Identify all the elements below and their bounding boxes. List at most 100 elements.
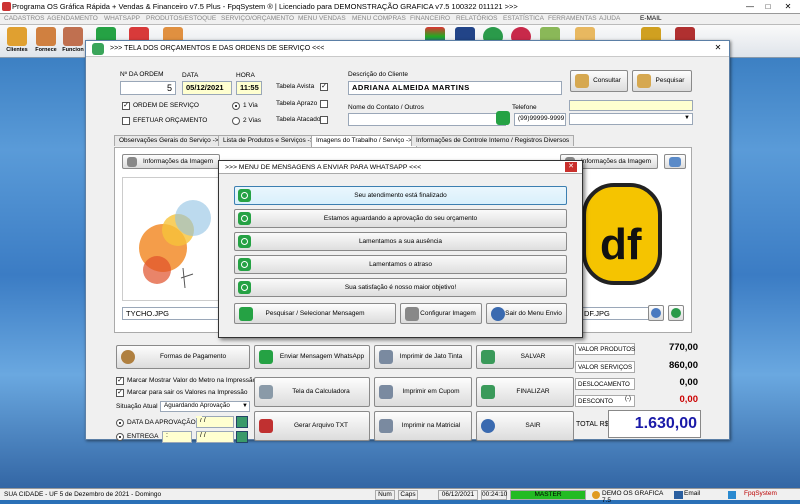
menu-whatsapp[interactable]: WHATSAPP [104, 15, 140, 22]
search-message-button[interactable]: Pesquisar / Selecionar Mensagem [234, 303, 396, 324]
ordem-servico-checkbox[interactable]: ✓ [122, 102, 130, 110]
coins-icon [121, 350, 135, 364]
desconto-flag: (-) [625, 396, 631, 402]
message-finalizado-button[interactable]: Seu atendimento está finalizado [234, 186, 567, 205]
printer-icon [379, 350, 393, 364]
menu-ajuda[interactable]: AJUDA [599, 15, 620, 22]
status-brand: FpqSystem [744, 490, 777, 497]
message-atraso-button[interactable]: Lamentamos o atraso [234, 255, 567, 274]
menu-compras[interactable]: MENU COMPRAS [352, 15, 406, 22]
minimize-button[interactable]: — [742, 1, 758, 12]
gerar-txt-button[interactable]: Gerar Arquivo TXT [254, 411, 370, 441]
chk-mostrar-metro[interactable]: ✓ [116, 377, 124, 385]
message-aguardando-button[interactable]: Estamos aguardando a aprovação do seu or… [234, 209, 567, 228]
menu-vendas[interactable]: MENU VENDAS [298, 15, 346, 22]
entrega-date[interactable]: / / [196, 431, 234, 443]
calendar-icon[interactable] [236, 416, 248, 428]
efetuar-orcamento-checkbox[interactable] [122, 117, 130, 125]
order-number-field[interactable]: 5 [120, 81, 176, 95]
imprimir-cupom-button[interactable]: Imprimir em Cupom [374, 377, 472, 407]
calculadora-button[interactable]: Tela da Calculadora [254, 377, 370, 407]
menu-cadastros[interactable]: CADASTROS [4, 15, 44, 22]
imprimir-jato-button[interactable]: Imprimir de Jato Tinta [374, 345, 472, 369]
tab-controle-interno[interactable]: Informações de Controle Interno / Regist… [411, 135, 575, 146]
formas-pagamento-button[interactable]: Formas de Pagamento [116, 345, 250, 369]
finalizar-button[interactable]: FINALIZAR [476, 377, 574, 407]
menu-ferramentas[interactable]: FERRAMENTAS [548, 15, 597, 22]
entrega-time[interactable]: : [162, 431, 192, 443]
salvar-button[interactable]: SALVAR [476, 345, 574, 369]
status-master: MASTER [510, 490, 586, 500]
tabela-aprazo-checkbox[interactable] [320, 100, 328, 108]
maximize-button[interactable]: □ [760, 1, 776, 12]
add-image-button[interactable] [668, 305, 684, 321]
status-location-date: SUA CIDADE - UF 5 de Dezembro de 2021 - … [4, 491, 162, 498]
exit-dialog-button[interactable]: Sair do Menu Envio [486, 303, 567, 324]
window-icon [92, 43, 104, 55]
calculator-icon [259, 385, 273, 399]
client-desc-field[interactable]: ADRIANA ALMEIDA MARTINS [348, 81, 562, 95]
menu-produtos[interactable]: PRODUTOS/ESTOQUE [146, 15, 216, 22]
extra-field[interactable] [569, 100, 693, 111]
via1-radio[interactable] [232, 102, 240, 110]
pesquisar-button[interactable]: Pesquisar [632, 70, 692, 92]
receipt-icon [379, 385, 393, 399]
situacao-select[interactable]: Aguardando Aprovação [160, 401, 250, 412]
exit-icon [491, 306, 505, 321]
chk-sair-valores-label: Marcar para sair os Valores na Impressão [127, 389, 248, 396]
message-ausencia-button[interactable]: Lamentamos a sua ausência [234, 232, 567, 251]
data-aprovacao-radio[interactable] [116, 419, 124, 427]
close-button[interactable]: ✕ [780, 1, 796, 12]
add-icon [671, 308, 681, 318]
os-window-close[interactable]: ✕ [711, 43, 725, 55]
entrega-radio[interactable] [116, 433, 124, 441]
message-satisfacao-button[interactable]: Sua satisfação é nosso maior objetivo! [234, 278, 567, 297]
via2-radio[interactable] [232, 117, 240, 125]
menu-estatistica[interactable]: ESTATÍSTICA [503, 15, 544, 22]
calendar-icon[interactable] [236, 431, 248, 443]
image-info-button-left[interactable]: Informações da Imagem [122, 154, 220, 169]
order-number-label: Nº DA ORDEM [120, 71, 164, 78]
chk-sair-valores[interactable]: ✓ [116, 389, 124, 397]
image-filename-left[interactable]: TYCHO.JPG [122, 307, 226, 320]
print-image-button[interactable] [664, 154, 686, 169]
tab-observacoes[interactable]: Observações Gerais do Serviço -> [114, 135, 224, 146]
consultar-button[interactable]: Consultar [570, 70, 628, 92]
toolbar-fornece[interactable]: Fornece [33, 27, 59, 55]
menu-bar: CADASTROS AGENDAMENTO WHATSAPP PRODUTOS/… [0, 14, 800, 25]
deslocamento-value[interactable]: 0,00 [640, 377, 700, 389]
tab-imagens[interactable]: Imagens do Trabalho / Serviço -> [311, 135, 417, 147]
app-icon [2, 2, 11, 11]
menu-email[interactable]: E-MAIL [640, 15, 662, 22]
extra-select[interactable] [569, 113, 693, 125]
configure-image-button[interactable]: Configurar Imagem [400, 303, 482, 324]
os-window-title: >>> TELA DOS ORÇAMENTOS E DAS ORDENS DE … [110, 45, 325, 52]
menu-agendamento[interactable]: AGENDAMENTO [47, 15, 98, 22]
dialog-close-button[interactable]: ✕ [565, 162, 577, 172]
tab-lista-produtos[interactable]: Lista de Produtos e Serviços -> [218, 135, 319, 146]
whatsapp-icon [259, 350, 273, 364]
valor-produtos-label: VALOR PRODUTOS [575, 343, 635, 355]
total-label: TOTAL R$ [576, 421, 609, 428]
image-preview-left[interactable] [122, 177, 226, 301]
phone-field[interactable]: (99)99999-9999 [514, 113, 566, 126]
total-value: 1.630,00 [608, 410, 701, 438]
phone-whatsapp-icon[interactable] [496, 111, 510, 125]
date-field[interactable]: 05/12/2021 [182, 81, 232, 95]
deslocamento-label: DESLOCAMENTO [575, 378, 635, 390]
menu-servico[interactable]: SERVIÇO/ORÇAMENTO [221, 15, 294, 22]
sair-button[interactable]: SAIR [476, 411, 574, 441]
enviar-whatsapp-button[interactable]: Enviar Mensagem WhatsApp [254, 345, 370, 369]
contact-field[interactable] [348, 113, 506, 126]
time-field[interactable]: 11:55 [236, 81, 262, 95]
image-preview-right[interactable]: df [580, 181, 666, 289]
toolbar-clientes[interactable]: Clientes [4, 27, 30, 55]
menu-financeiro[interactable]: FINANCEIRO [410, 15, 450, 22]
toolbar-funcion[interactable]: Funcion [60, 27, 86, 55]
menu-relatorios[interactable]: RELATÓRIOS [456, 15, 497, 22]
desconto-value[interactable]: 0,00 [640, 394, 700, 406]
tabela-avista-checkbox[interactable]: ✓ [320, 83, 328, 91]
tabela-atacado-checkbox[interactable] [320, 116, 328, 124]
search-image-button[interactable] [648, 305, 664, 321]
imprimir-matricial-button[interactable]: Imprimir na Matricial [374, 411, 472, 441]
